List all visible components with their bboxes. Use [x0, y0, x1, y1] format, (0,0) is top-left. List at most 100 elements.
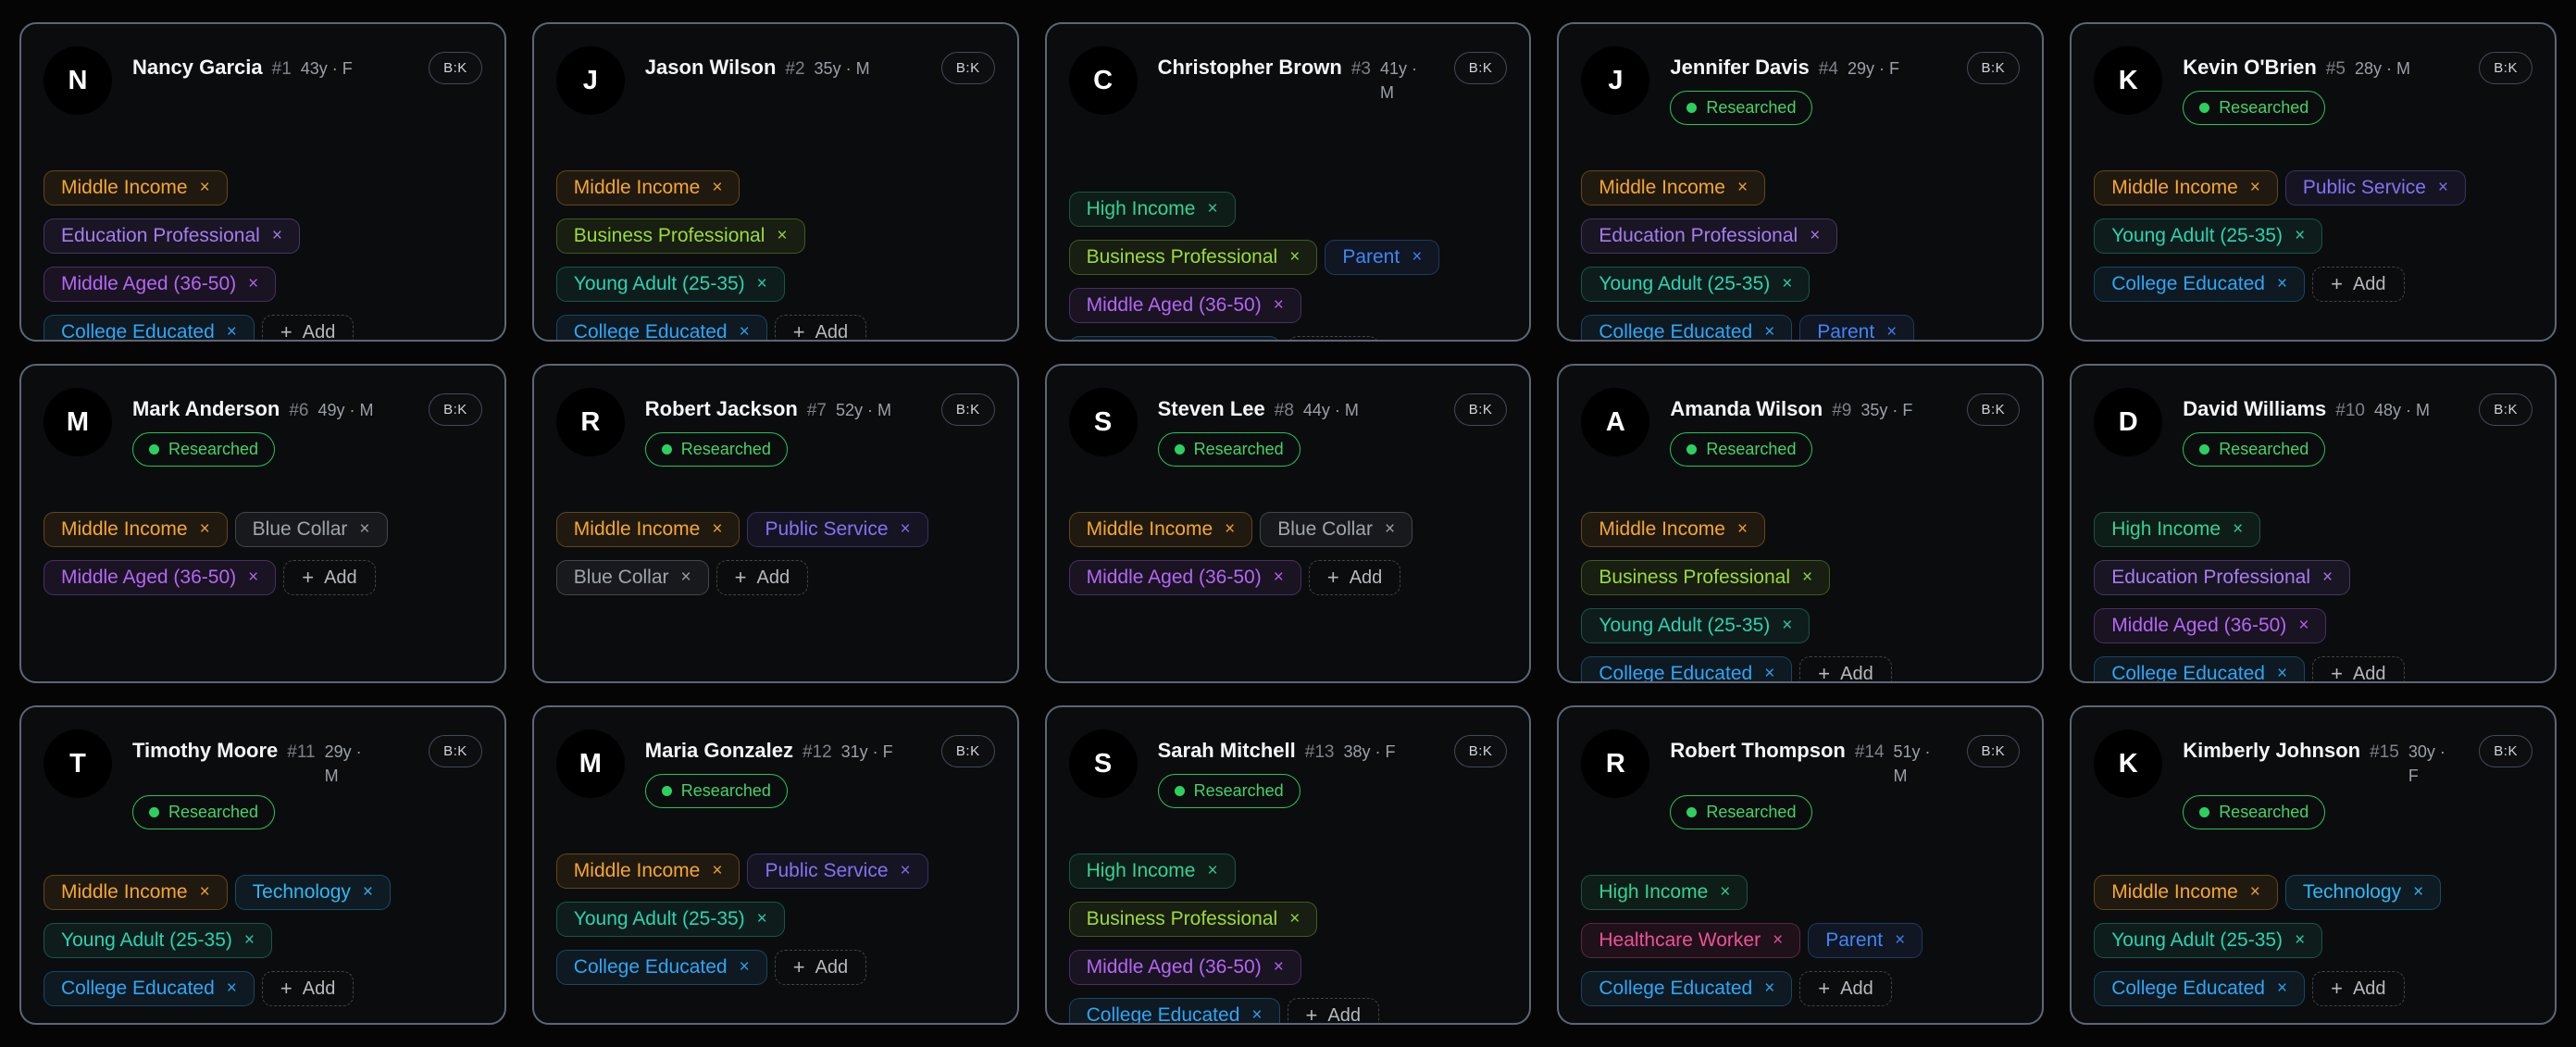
remove-tag-icon[interactable]: × — [1274, 295, 1284, 316]
remove-tag-icon[interactable]: × — [359, 519, 369, 540]
tag-row: Business Professional× — [1581, 560, 1830, 595]
bk-badge[interactable]: B:K — [1967, 52, 2021, 84]
bk-badge[interactable]: B:K — [2479, 735, 2532, 767]
remove-tag-icon[interactable]: × — [2298, 616, 2308, 636]
remove-tag-icon[interactable]: × — [1782, 616, 1792, 636]
add-tag-button[interactable]: +Add — [2312, 971, 2404, 1006]
remove-tag-icon[interactable]: × — [1737, 178, 1748, 198]
remove-tag-icon[interactable]: × — [1289, 247, 1300, 268]
bk-badge[interactable]: B:K — [429, 735, 482, 767]
remove-tag-icon[interactable]: × — [2250, 882, 2260, 903]
remove-tag-icon[interactable]: × — [2438, 178, 2448, 198]
bk-badge[interactable]: B:K — [941, 393, 995, 426]
remove-tag-icon[interactable]: × — [248, 274, 258, 294]
remove-tag-icon[interactable]: × — [248, 567, 258, 588]
remove-tag-icon[interactable]: × — [200, 178, 210, 198]
remove-tag-icon[interactable]: × — [901, 519, 911, 540]
add-tag-button[interactable]: +Add — [2312, 267, 2404, 302]
remove-tag-icon[interactable]: × — [1274, 957, 1284, 978]
remove-tag-icon[interactable]: × — [1737, 519, 1748, 540]
remove-tag-icon[interactable]: × — [2277, 274, 2287, 294]
add-tag-button[interactable]: +Add — [262, 315, 354, 342]
remove-tag-icon[interactable]: × — [740, 957, 750, 978]
add-tag-button[interactable]: +Add — [1799, 971, 1891, 1006]
remove-tag-icon[interactable]: × — [227, 322, 237, 342]
add-tag-button[interactable]: +Add — [1288, 998, 1379, 1025]
tag-list: High Income×Education Professional×Middl… — [2094, 512, 2532, 683]
name-line: Christopher Brown#341y · M — [1158, 54, 1445, 105]
add-tag-button[interactable]: +Add — [283, 560, 375, 595]
remove-tag-icon[interactable]: × — [2295, 930, 2305, 951]
add-tag-button[interactable]: +Add — [1288, 336, 1379, 342]
tag-college-educated: College Educated× — [44, 315, 255, 342]
remove-tag-icon[interactable]: × — [901, 861, 911, 881]
remove-tag-icon[interactable]: × — [363, 882, 373, 903]
remove-tag-icon[interactable]: × — [1225, 519, 1235, 540]
add-tag-button[interactable]: +Add — [775, 315, 866, 342]
tag-label: Middle Aged (36-50) — [61, 567, 236, 589]
tag-label: College Educated — [574, 321, 728, 342]
remove-tag-icon[interactable]: × — [777, 226, 787, 246]
bk-badge[interactable]: B:K — [1454, 735, 1508, 767]
add-tag-button[interactable]: +Add — [716, 560, 808, 595]
add-tag-button[interactable]: +Add — [775, 950, 866, 985]
remove-tag-icon[interactable]: × — [1764, 664, 1774, 683]
remove-tag-icon[interactable]: × — [712, 178, 722, 198]
remove-tag-icon[interactable]: × — [1782, 274, 1792, 294]
add-tag-button[interactable]: +Add — [1309, 560, 1400, 595]
bk-badge[interactable]: B:K — [429, 393, 482, 426]
bk-badge[interactable]: B:K — [2479, 52, 2532, 84]
bk-badge[interactable]: B:K — [1967, 735, 2021, 767]
remove-tag-icon[interactable]: × — [1773, 930, 1783, 951]
remove-tag-icon[interactable]: × — [1720, 882, 1730, 903]
remove-tag-icon[interactable]: × — [1895, 930, 1905, 951]
remove-tag-icon[interactable]: × — [2233, 519, 2243, 540]
add-tag-button[interactable]: +Add — [1799, 656, 1891, 683]
remove-tag-icon[interactable]: × — [2295, 226, 2305, 246]
remove-tag-icon[interactable]: × — [681, 567, 691, 588]
remove-tag-icon[interactable]: × — [1412, 247, 1422, 268]
remove-tag-icon[interactable]: × — [2277, 664, 2287, 683]
person-age-gender: 29y · F — [1848, 55, 1899, 82]
bk-badge[interactable]: B:K — [429, 52, 482, 84]
add-tag-button[interactable]: +Add — [2312, 656, 2404, 683]
remove-tag-icon[interactable]: × — [200, 882, 210, 903]
bk-badge[interactable]: B:K — [1454, 52, 1508, 84]
remove-tag-icon[interactable]: × — [712, 861, 722, 881]
remove-tag-icon[interactable]: × — [740, 322, 750, 342]
name-line: Maria Gonzalez#1231y · F — [645, 737, 932, 767]
bk-badge[interactable]: B:K — [941, 52, 995, 84]
remove-tag-icon[interactable]: × — [1886, 322, 1897, 342]
remove-tag-icon[interactable]: × — [1764, 322, 1774, 342]
bk-badge[interactable]: B:K — [2479, 393, 2532, 426]
remove-tag-icon[interactable]: × — [2322, 567, 2333, 588]
bk-badge[interactable]: B:K — [1454, 393, 1508, 426]
remove-tag-icon[interactable]: × — [1274, 567, 1284, 588]
remove-tag-icon[interactable]: × — [1207, 199, 1217, 219]
tag-row: Business Professional× — [1069, 902, 1318, 937]
remove-tag-icon[interactable]: × — [757, 909, 767, 929]
remove-tag-icon[interactable]: × — [1385, 519, 1395, 540]
remove-tag-icon[interactable]: × — [227, 978, 237, 999]
remove-tag-icon[interactable]: × — [2413, 882, 2423, 903]
remove-tag-icon[interactable]: × — [2277, 978, 2287, 999]
remove-tag-icon[interactable]: × — [272, 226, 282, 246]
remove-tag-icon[interactable]: × — [200, 519, 210, 540]
remove-tag-icon[interactable]: × — [1207, 861, 1217, 881]
remove-tag-icon[interactable]: × — [1810, 226, 1820, 246]
remove-tag-icon[interactable]: × — [757, 274, 767, 294]
remove-tag-icon[interactable]: × — [1289, 909, 1300, 929]
bk-badge[interactable]: B:K — [941, 735, 995, 767]
remove-tag-icon[interactable]: × — [712, 519, 722, 540]
remove-tag-icon[interactable]: × — [1802, 567, 1812, 588]
bk-badge[interactable]: B:K — [1967, 393, 2021, 426]
remove-tag-icon[interactable]: × — [244, 930, 255, 951]
remove-tag-icon[interactable]: × — [1251, 1005, 1262, 1025]
tag-young-adult: Young Adult (25-35)× — [1581, 608, 1810, 643]
add-tag-button[interactable]: +Add — [262, 971, 354, 1006]
remove-tag-icon[interactable]: × — [2250, 178, 2260, 198]
tag-row: College Educated×+Add — [1069, 998, 1379, 1025]
person-number: #15 — [2370, 739, 2399, 767]
remove-tag-icon[interactable]: × — [1764, 978, 1774, 999]
researched-badge: Researched — [645, 774, 788, 808]
